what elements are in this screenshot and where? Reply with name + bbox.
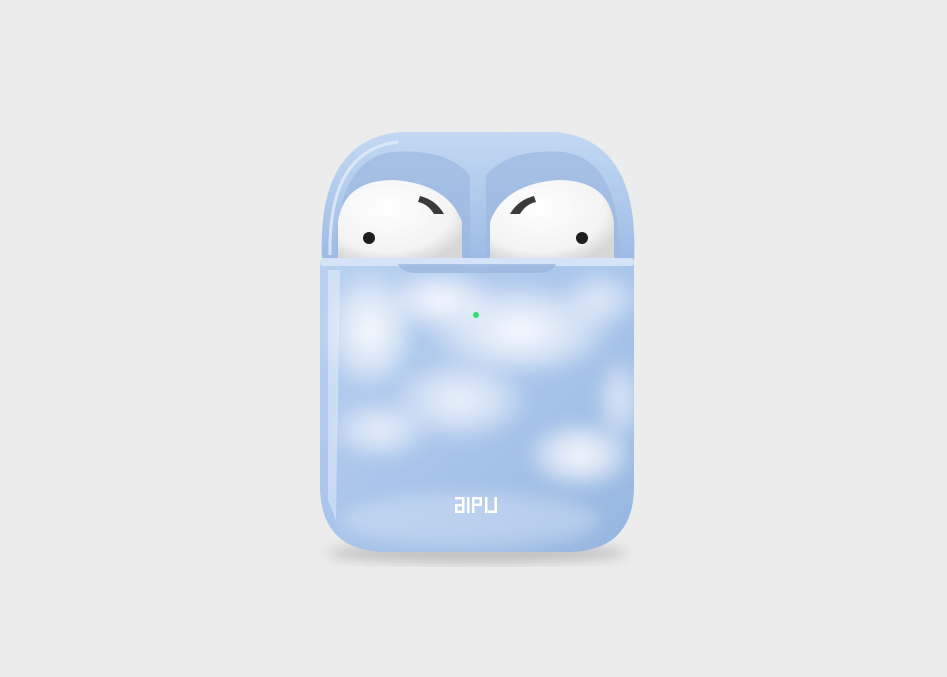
airpods-case-illustration [320,132,635,563]
status-led [473,312,479,318]
product-photo [0,0,947,677]
case-body [320,258,634,552]
